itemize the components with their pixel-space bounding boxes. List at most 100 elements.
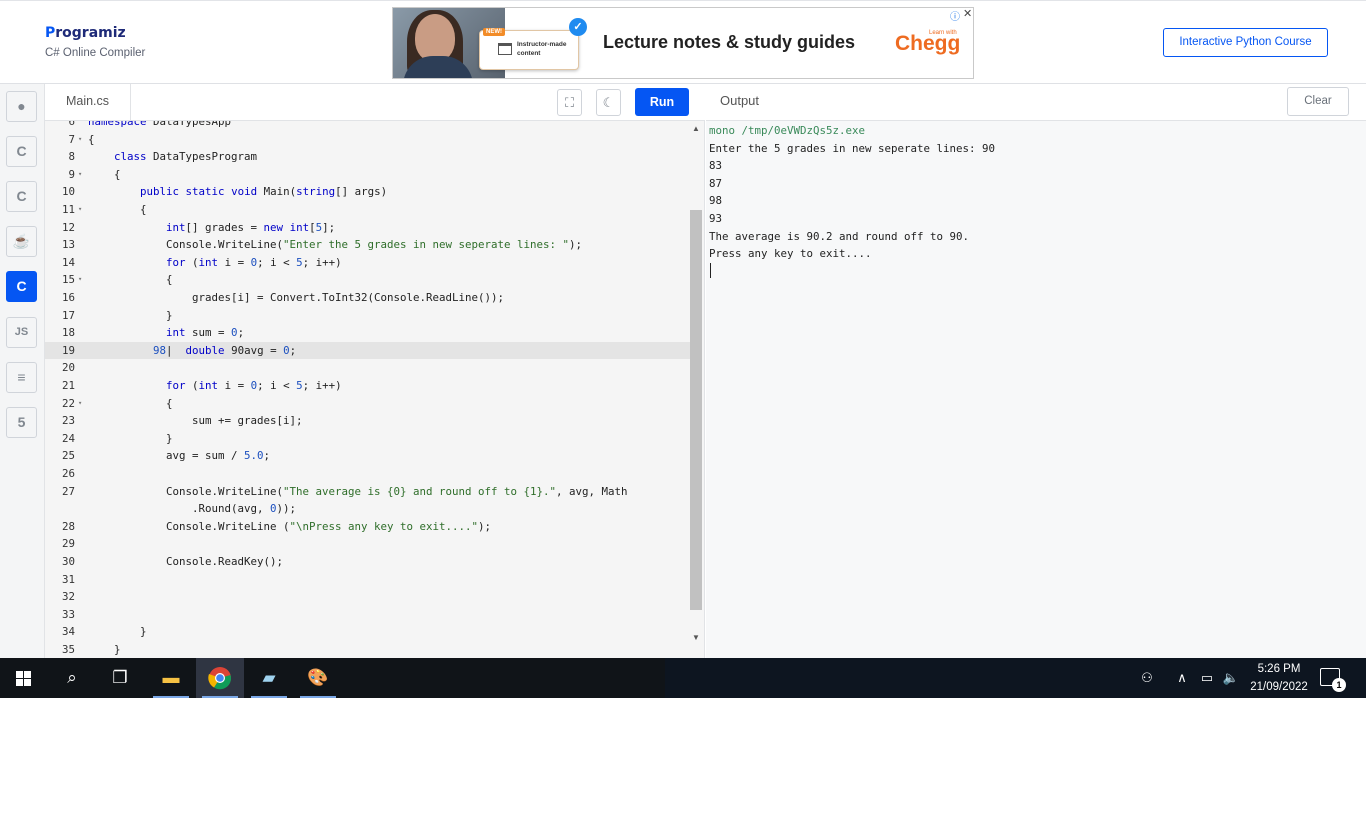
- output-command: mono /tmp/0eVWDzQs5z.exe: [709, 124, 866, 137]
- line-number: 13: [61, 238, 75, 252]
- file-explorer-icon[interactable]: ▬: [147, 658, 195, 698]
- output-console[interactable]: mono /tmp/0eVWDzQs5z.exe Enter the 5 grad…: [706, 121, 1366, 658]
- line-number: 27: [61, 484, 75, 498]
- code-line[interactable]: 16 grades[i] = Convert.ToInt32(Console.R…: [45, 289, 690, 307]
- people-icon[interactable]: ⚇: [1136, 658, 1158, 698]
- c-icon[interactable]: C: [6, 136, 37, 167]
- code-line[interactable]: 15 ▾ {: [45, 271, 690, 289]
- code-line[interactable]: 28 Console.WriteLine ("\nPress any key t…: [45, 518, 690, 536]
- code-line[interactable]: 30 Console.ReadKey();: [45, 553, 690, 571]
- code-line[interactable]: 10 public static void Main(string[] args…: [45, 183, 690, 201]
- output-line: 93: [709, 212, 723, 225]
- tab-main-cs[interactable]: Main.cs: [45, 84, 131, 120]
- code-line[interactable]: 13 Console.WriteLine("Enter the 5 grades…: [45, 236, 690, 254]
- fold-arrow-icon[interactable]: ▾: [78, 395, 82, 413]
- line-number: 24: [61, 431, 75, 445]
- code-line[interactable]: 6 namespace DataTypesApp: [45, 121, 690, 131]
- task-view-icon[interactable]: ❐: [96, 658, 144, 698]
- network-icon[interactable]: ▭: [1196, 658, 1218, 698]
- fold-arrow-icon[interactable]: ▾: [78, 166, 82, 184]
- output-line: The average is 90.2 and round off to 90.: [709, 229, 970, 243]
- code-line[interactable]: 9 ▾ {: [45, 166, 690, 184]
- java-icon[interactable]: ☕: [6, 226, 37, 257]
- code-line[interactable]: 31: [45, 571, 690, 589]
- code-line[interactable]: 34 }: [45, 623, 690, 641]
- run-button[interactable]: Run: [635, 88, 689, 116]
- code-line[interactable]: 26: [45, 465, 690, 483]
- interactive-python-course-button[interactable]: Interactive Python Course: [1163, 28, 1328, 57]
- line-code: grades[i] = Convert.ToInt32(Console.Read…: [88, 291, 505, 304]
- line-number: 30: [61, 555, 75, 568]
- system-clock[interactable]: 5:26 PM 21/09/2022: [1244, 660, 1314, 696]
- code-line[interactable]: .Round(avg, 0));: [45, 500, 690, 518]
- line-code: public static void Main(string[] args): [140, 185, 388, 199]
- editor-toolbar: Main.cs ⛶ ☾ Run: [45, 84, 705, 121]
- fullscreen-icon[interactable]: ⛶: [557, 89, 582, 116]
- html5-icon[interactable]: 5: [6, 407, 37, 438]
- code-line[interactable]: 17 }: [45, 307, 690, 325]
- output-line: 83: [709, 159, 723, 173]
- line-number: 8: [68, 150, 75, 164]
- csharp-icon[interactable]: C: [6, 271, 37, 302]
- code-editor[interactable]: ▲ ▼ 6 namespace DataTypesApp 7 ▾{8 class Da…: [45, 121, 705, 658]
- dark-mode-moon-icon[interactable]: ☾: [596, 89, 621, 116]
- ad-info-icon[interactable]: ⓘ: [950, 8, 960, 23]
- code-line[interactable]: 25 avg = sum / 5.0;: [45, 447, 690, 465]
- clear-button[interactable]: Clear: [1287, 87, 1349, 116]
- code-line[interactable]: 21 for (int i = 0; i < 5; i++): [45, 377, 690, 395]
- scroll-down-icon[interactable]: ▼: [692, 633, 700, 642]
- python-icon[interactable]: ●: [6, 91, 37, 122]
- line-number: 28: [61, 519, 75, 533]
- code-line[interactable]: 23 sum += grades[i];: [45, 412, 690, 430]
- cpp-icon[interactable]: C: [6, 181, 37, 212]
- line-number: 17: [61, 308, 75, 322]
- line-number: 32: [61, 590, 75, 604]
- notepad-icon[interactable]: ▰: [245, 658, 293, 698]
- js-icon[interactable]: JS: [6, 317, 37, 348]
- line-code: Console.WriteLine("Enter the 5 grades in…: [88, 238, 583, 252]
- ad-headline: Lecture notes & study guides: [603, 32, 856, 52]
- search-icon[interactable]: ⌕: [48, 658, 96, 698]
- line-number: 22: [61, 396, 75, 410]
- bank-icon: [498, 43, 512, 55]
- ad-card-text: Instructor-made content: [517, 41, 567, 57]
- code-line[interactable]: 7 ▾ {: [45, 131, 690, 149]
- fold-arrow-icon[interactable]: ▾: [78, 271, 82, 289]
- ad-close-icon[interactable]: ✕: [963, 7, 972, 20]
- code-line[interactable]: 22 ▾ {: [45, 395, 690, 413]
- fold-arrow-icon[interactable]: ▾: [78, 201, 82, 219]
- code-line[interactable]: 24 }: [45, 430, 690, 448]
- windows-start-icon[interactable]: [0, 658, 48, 698]
- volume-icon[interactable]: 🔈: [1220, 658, 1242, 698]
- code-line[interactable]: 29: [45, 535, 690, 553]
- code-line[interactable]: 33: [45, 606, 690, 624]
- line-number: 33: [61, 607, 75, 621]
- code-line[interactable]: 11 ▾ {: [45, 201, 690, 219]
- fold-arrow-icon[interactable]: ▾: [78, 131, 82, 149]
- line-number: 18: [61, 326, 75, 340]
- line-code: int[] grades = new int[5];: [166, 220, 336, 234]
- paint-icon[interactable]: 🎨: [294, 658, 342, 698]
- database-icon[interactable]: ≡: [6, 362, 37, 393]
- code-line[interactable]: 20: [45, 359, 690, 377]
- output-line: Press any key to exit....: [709, 247, 872, 261]
- programiz-logo[interactable]: Programiz: [45, 25, 126, 41]
- code-line[interactable]: 35 }: [45, 641, 690, 658]
- code-line[interactable]: 32: [45, 588, 690, 606]
- code-line[interactable]: 12 int[] grades = new int[5];: [45, 219, 690, 237]
- editor-scrollbar-thumb[interactable]: [690, 210, 702, 610]
- code-line[interactable]: 8 class DataTypesProgram: [45, 148, 690, 166]
- line-code: }: [88, 643, 121, 656]
- windows-taskbar: ⌕ ❐ ▬ ▰ 🎨 ⚇ ∧ ▭ 🔈 5:26 PM 21/09/2022 1: [0, 658, 1366, 698]
- code-line[interactable]: 27 Console.WriteLine("The average is {0}…: [45, 483, 690, 501]
- code-line[interactable]: 19 98| double 90avg = 0;: [45, 341, 690, 360]
- ad-brand: Chegg: [895, 32, 961, 55]
- scroll-up-icon[interactable]: ▲: [692, 124, 700, 133]
- line-code: int sum = 0;: [166, 326, 245, 340]
- code-line[interactable]: 18 int sum = 0;: [45, 324, 690, 342]
- code-line[interactable]: 14 for (int i = 0; i < 5; i++): [45, 254, 690, 272]
- chrome-icon[interactable]: [196, 658, 244, 698]
- chevron-up-icon[interactable]: ∧: [1172, 658, 1192, 698]
- line-number: 7: [68, 132, 75, 146]
- advertisement-banner[interactable]: NEW! Instructor-made content ✓ Lecture n…: [392, 7, 974, 79]
